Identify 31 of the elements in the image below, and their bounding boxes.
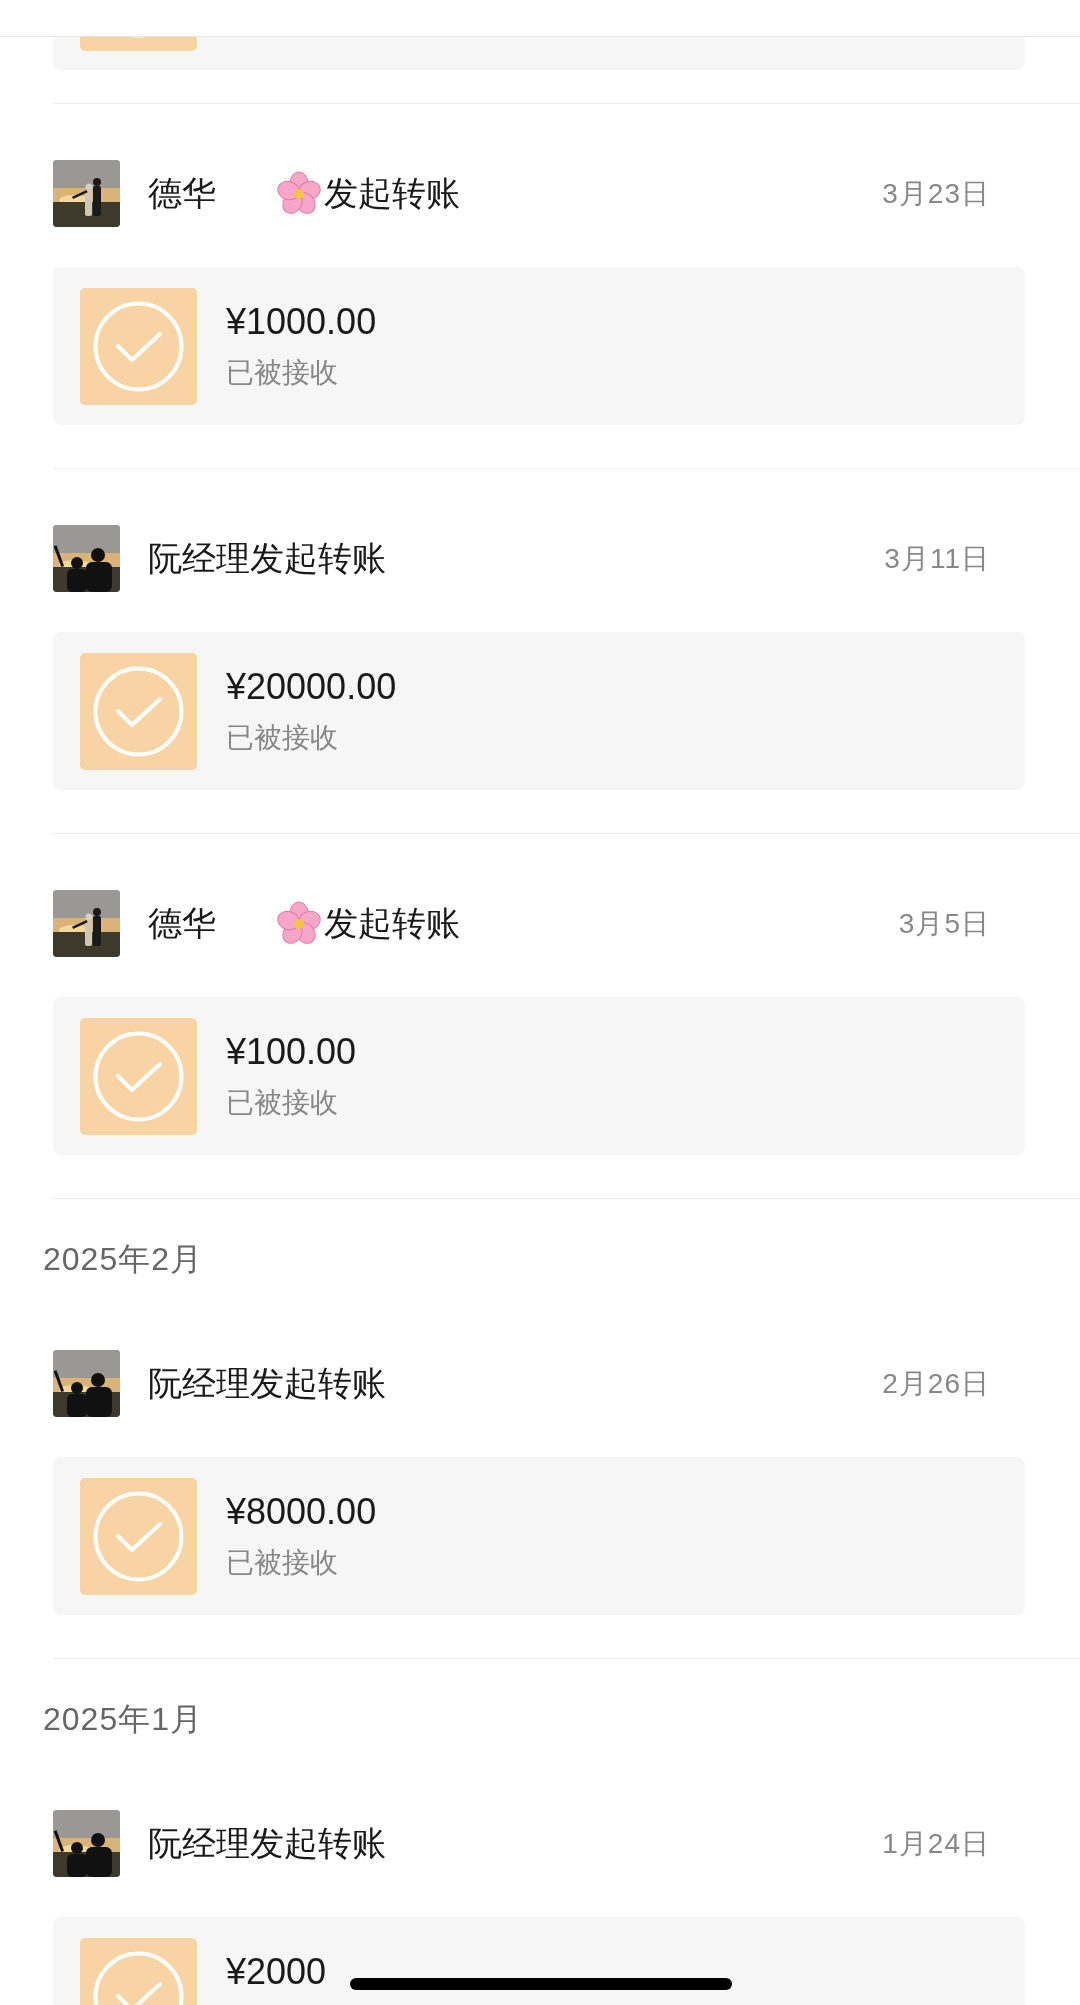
transfer-date: 1月24日 <box>882 1826 990 1861</box>
transfer-title: 阮经理发起转账 <box>148 1823 386 1864</box>
amount: ¥8000.00 <box>226 1490 377 1534</box>
month-label: 2025年2月 <box>43 1240 204 1279</box>
transfer-card[interactable]: ¥8000.00 已被接收 <box>53 1457 1025 1615</box>
flower-icon <box>276 170 322 217</box>
transfer-card[interactable] <box>53 37 1025 70</box>
transfer-card[interactable]: ¥2000 <box>53 1917 1025 2005</box>
transfer-card[interactable]: ¥100.00 已被接收 <box>53 997 1025 1155</box>
month-label: 2025年1月 <box>43 1700 204 1739</box>
transfer-card[interactable]: ¥1000.00 已被接收 <box>53 267 1025 425</box>
transfer-date: 3月5日 <box>898 906 990 941</box>
transfer-date: 3月23日 <box>882 176 990 211</box>
transfer-title: 阮经理发起转账 <box>148 538 386 579</box>
transfer-title: 阮经理发起转账 <box>148 1363 386 1404</box>
status-text: 已被接收 <box>226 1086 339 1120</box>
status-text: 已被接收 <box>226 1546 339 1580</box>
sender-name: 德华 <box>148 903 216 944</box>
transfer-date: 2月26日 <box>882 1366 990 1401</box>
amount: ¥20000.00 <box>226 665 397 709</box>
transfer-date: 3月11日 <box>884 541 990 576</box>
transfer-title: 发起转账 <box>324 903 460 944</box>
status-text: 已被接收 <box>226 356 339 390</box>
transfer-card[interactable]: ¥20000.00 已被接收 <box>53 632 1025 790</box>
amount: ¥100.00 <box>226 1030 357 1074</box>
status-text: 已被接收 <box>226 721 339 755</box>
amount: ¥2000 <box>226 1950 327 1994</box>
amount: ¥1000.00 <box>226 300 377 344</box>
sender-name: 德华 <box>148 173 216 214</box>
flower-icon <box>276 900 322 947</box>
transfer-title: 发起转账 <box>324 173 460 214</box>
